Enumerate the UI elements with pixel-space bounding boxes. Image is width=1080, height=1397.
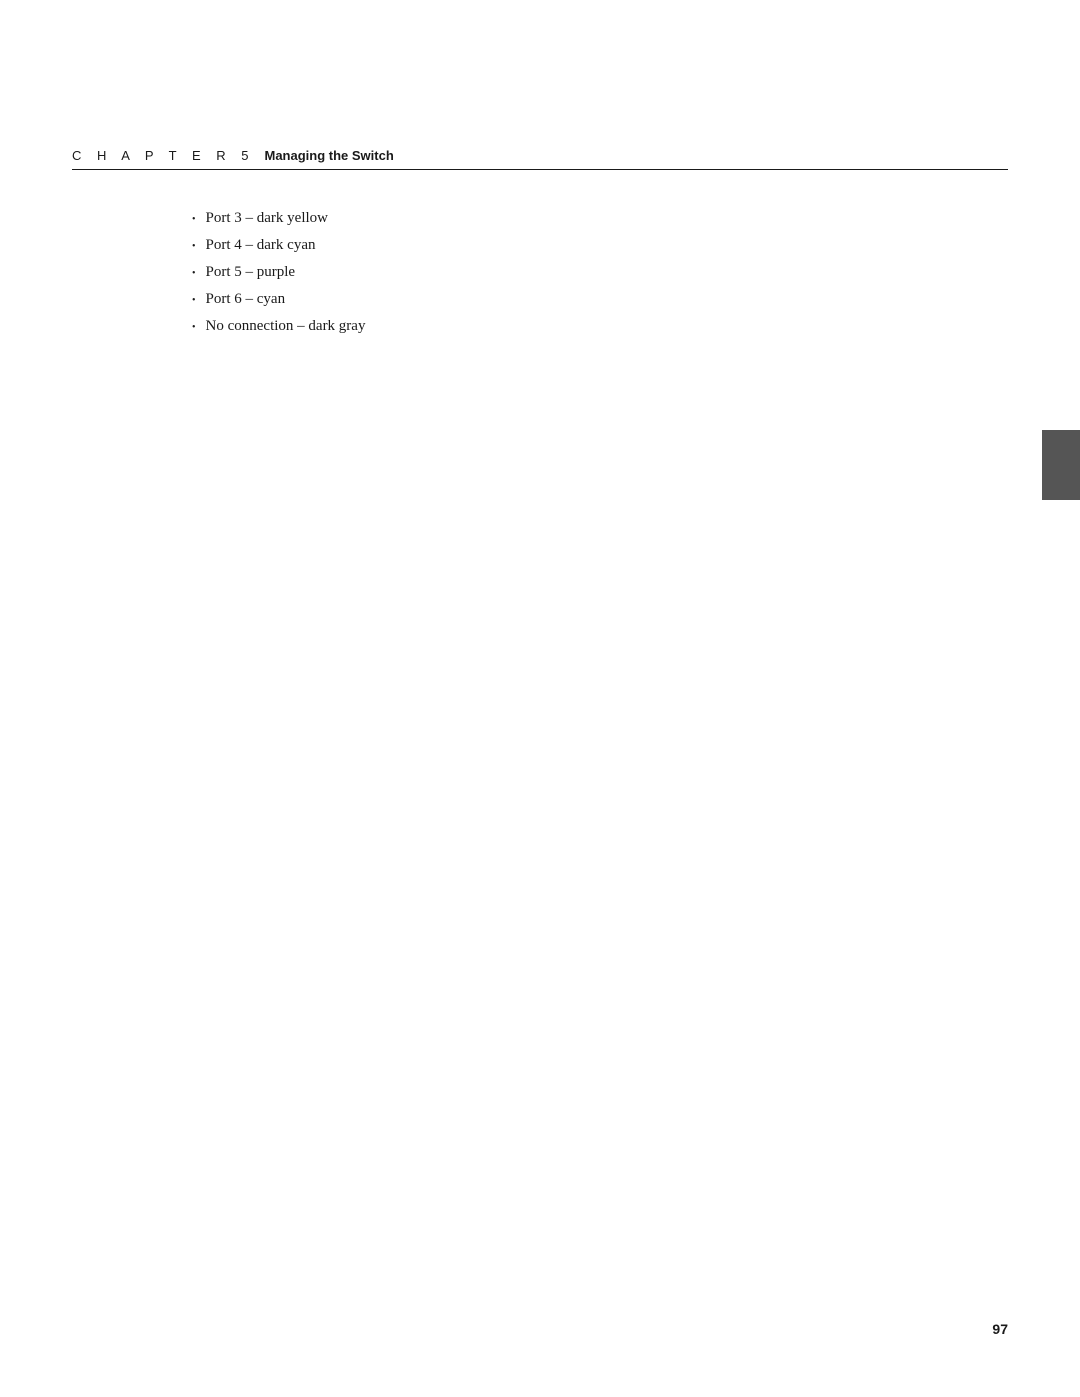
chapter-title: Managing the Switch — [265, 148, 394, 163]
bullet-icon: • — [192, 214, 196, 225]
list-item: • Port 3 – dark yellow — [72, 210, 970, 227]
bullet-icon: • — [192, 268, 196, 279]
chapter-label: C H A P T E R 5 — [72, 148, 255, 163]
list-item: • Port 4 – dark cyan — [72, 237, 970, 254]
list-item: • Port 5 – purple — [72, 264, 970, 281]
bullet-icon: • — [192, 322, 196, 333]
bullet-list: • Port 3 – dark yellow • Port 4 – dark cyan… — [72, 210, 970, 335]
page-number: 97 — [992, 1321, 1008, 1337]
page: C H A P T E R 5 Managing the Switch • Por… — [0, 0, 1080, 1397]
list-item-text: Port 6 – cyan — [206, 291, 286, 308]
bullet-icon: • — [192, 295, 196, 306]
list-item: • No connection – dark gray — [72, 318, 970, 335]
list-item: • Port 6 – cyan — [72, 291, 970, 308]
list-item-text: Port 4 – dark cyan — [206, 237, 316, 254]
side-tab — [1042, 430, 1080, 500]
list-item-text: Port 5 – purple — [206, 264, 296, 281]
chapter-header: C H A P T E R 5 Managing the Switch — [72, 148, 1008, 170]
bullet-icon: • — [192, 241, 196, 252]
content-area: • Port 3 – dark yellow • Port 4 – dark cyan… — [72, 210, 970, 345]
list-item-text: Port 3 – dark yellow — [206, 210, 328, 227]
list-item-text: No connection – dark gray — [206, 318, 366, 335]
